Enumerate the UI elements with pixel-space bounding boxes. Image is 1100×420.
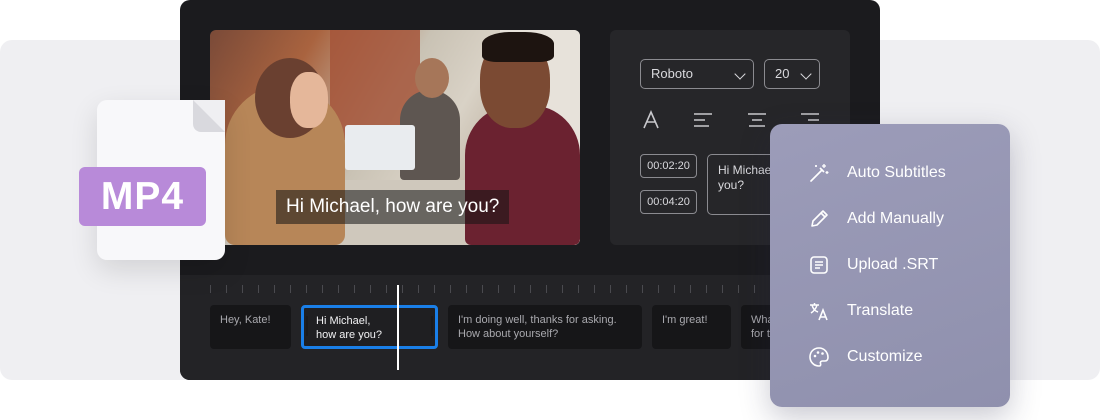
- align-center-icon[interactable]: [746, 110, 768, 130]
- font-size-select[interactable]: 20: [764, 59, 820, 89]
- menu-item-label: Add Manually: [847, 210, 944, 227]
- menu-item-translate[interactable]: Translate: [770, 288, 1010, 334]
- menu-item-label: Customize: [847, 348, 923, 365]
- playhead[interactable]: [397, 285, 399, 370]
- trim-handle-right[interactable]: [431, 316, 433, 336]
- subtitle-clip[interactable]: I'm great!: [652, 305, 731, 349]
- end-time-field[interactable]: 00:04:20: [640, 190, 697, 214]
- menu-item-auto-subtitles[interactable]: Auto Subtitles: [770, 150, 1010, 196]
- clip-text: Hey, Kate!: [220, 314, 271, 326]
- menu-item-label: Auto Subtitles: [847, 164, 946, 181]
- chevron-down-icon: [734, 68, 746, 80]
- subtitle-clip-selected[interactable]: Hi Michael, how are you?: [301, 305, 438, 349]
- video-preview[interactable]: Hi Michael, how are you?: [210, 30, 580, 245]
- palette-icon: [809, 347, 829, 367]
- timeline-ruler: [210, 285, 850, 293]
- subtitle-options-menu: Auto Subtitles Add Manually Upload .SRT …: [770, 124, 1010, 407]
- video-caption: Hi Michael, how are you?: [276, 190, 510, 224]
- video-scene: [482, 32, 554, 62]
- magic-wand-icon: [810, 164, 829, 182]
- align-left-icon[interactable]: [692, 110, 714, 130]
- chevron-down-icon: [800, 68, 812, 80]
- menu-item-upload-srt[interactable]: Upload .SRT: [770, 242, 1010, 288]
- video-scene: [290, 72, 328, 128]
- video-scene: [415, 58, 449, 98]
- menu-item-add-manually[interactable]: Add Manually: [770, 196, 1010, 242]
- subtitle-clip[interactable]: Hey, Kate!: [210, 305, 291, 349]
- trim-handle-left[interactable]: [306, 316, 308, 336]
- video-scene: [345, 125, 415, 170]
- clip-text: I'm doing well, thanks for asking.: [458, 314, 617, 326]
- subtitle-clip[interactable]: I'm doing well, thanks for asking. How a…: [448, 305, 642, 349]
- menu-item-label: Translate: [847, 302, 914, 319]
- file-type-badge: MP4: [79, 167, 206, 226]
- document-icon: [810, 256, 828, 274]
- clip-text: Hi Michael,: [316, 315, 371, 327]
- file-fold-cut: [193, 100, 225, 132]
- start-time-field[interactable]: 00:02:20: [640, 154, 697, 178]
- clip-text: how are you?: [316, 329, 383, 341]
- menu-item-customize[interactable]: Customize: [770, 334, 1010, 380]
- pencil-icon: [811, 210, 828, 227]
- font-select[interactable]: Roboto: [640, 59, 754, 89]
- font-size-value: 20: [775, 66, 790, 81]
- clip-text: How about yourself?: [458, 328, 559, 340]
- translate-icon: [810, 303, 828, 321]
- text-color-icon[interactable]: [640, 110, 662, 130]
- menu-item-label: Upload .SRT: [847, 256, 939, 273]
- clip-text: I'm great!: [662, 314, 708, 326]
- font-select-value: Roboto: [651, 66, 693, 81]
